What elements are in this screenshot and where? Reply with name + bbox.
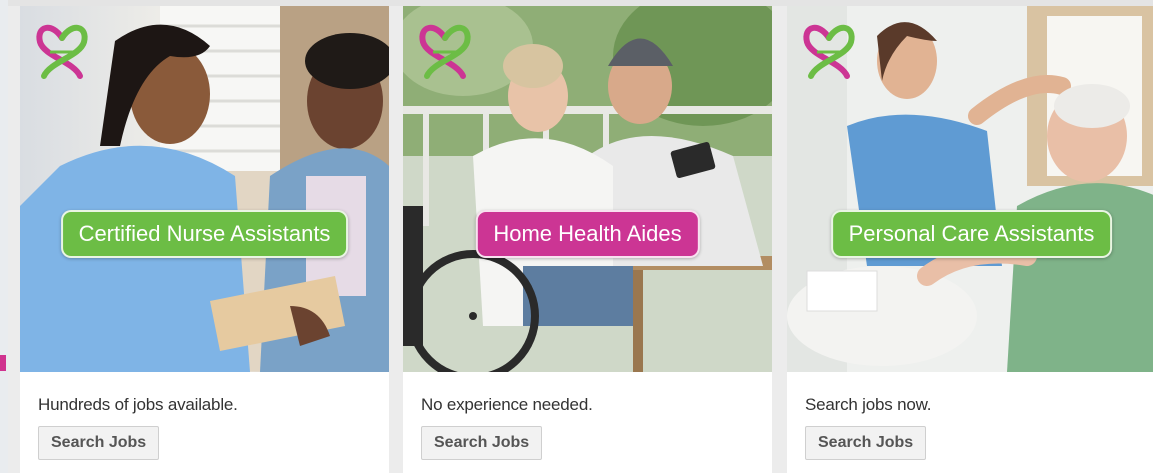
card-description: Search jobs now. <box>805 395 932 414</box>
job-card-hha: Home Health Aides No experience needed. … <box>403 6 772 473</box>
left-edge-accent <box>0 355 6 371</box>
card-description: No experience needed. <box>421 395 593 414</box>
card-description: Hundreds of jobs available. <box>38 395 238 414</box>
search-jobs-button[interactable]: Search Jobs <box>805 426 927 460</box>
dna-heart-logo-icon <box>36 25 88 79</box>
card-photo-aide-with-wheelchair-user: Home Health Aides <box>403 6 772 372</box>
job-card-pca: Personal Care Assistants Search jobs now… <box>787 6 1153 473</box>
search-jobs-button[interactable]: Search Jobs <box>38 426 160 460</box>
category-badge-cna[interactable]: Certified Nurse Assistants <box>60 210 349 258</box>
dna-heart-logo-icon <box>419 25 471 79</box>
card-photo-nurse-with-patient: Certified Nurse Assistants <box>20 6 389 372</box>
job-card-cna: Certified Nurse Assistants Hundreds of j… <box>20 6 389 473</box>
card-photo-caregiver-combing-hair: Personal Care Assistants <box>787 6 1153 372</box>
category-badge-pca[interactable]: Personal Care Assistants <box>830 210 1113 258</box>
category-badge-hha[interactable]: Home Health Aides <box>475 210 700 258</box>
dna-heart-logo-icon <box>803 25 855 79</box>
search-jobs-button[interactable]: Search Jobs <box>421 426 543 460</box>
left-edge-panel <box>0 0 8 473</box>
